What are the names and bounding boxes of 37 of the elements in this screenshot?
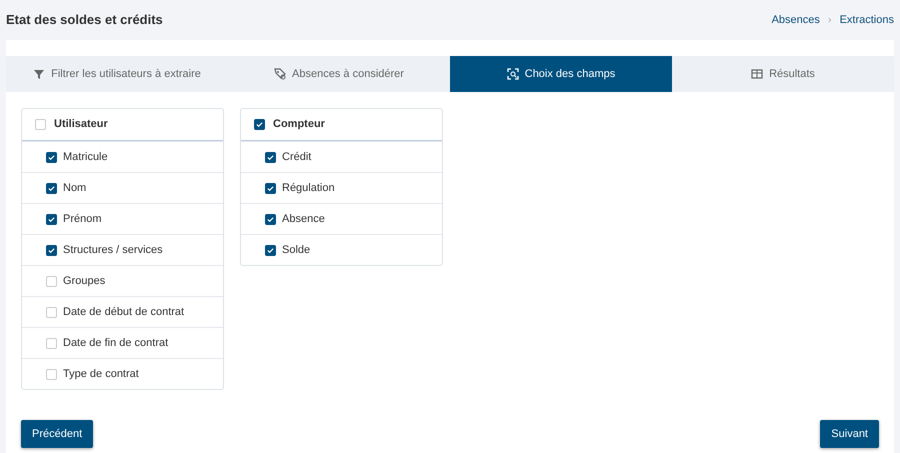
page-title: Etat des soldes et crédits [6, 11, 163, 30]
tab[interactable]: Résultats [672, 56, 894, 92]
previous-button[interactable]: Précédent [21, 420, 94, 448]
field-label: Régulation [282, 180, 335, 196]
tab[interactable]: Absences à considérer [228, 56, 450, 92]
checkbox[interactable] [265, 152, 276, 162]
checkbox[interactable] [46, 152, 57, 162]
field-label: Prénom [63, 212, 102, 227]
table-icon [751, 68, 764, 80]
field-label: Crédit [282, 150, 312, 165]
field-label: Absence [282, 212, 325, 227]
checkbox[interactable] [265, 244, 276, 256]
breadcrumb-link[interactable]: Extractions [840, 12, 894, 28]
filter-icon [33, 68, 46, 80]
field-label: Matricule [63, 150, 108, 165]
group-label: Compteur [273, 117, 325, 132]
field-label: Solde [282, 242, 310, 258]
field-label: Structures / services [63, 242, 163, 258]
checkbox[interactable] [46, 244, 57, 256]
group-label: Utilisateur [54, 117, 108, 132]
checkbox[interactable] [265, 182, 276, 194]
tab[interactable]: Choix des champs [450, 56, 672, 92]
checkbox[interactable] [46, 214, 57, 224]
checkbox[interactable] [46, 182, 57, 194]
checkbox[interactable] [254, 119, 265, 130]
next-button[interactable]: Suivant [820, 420, 879, 448]
field-label: Nom [63, 180, 86, 196]
field-label: Date de fin de contrat [63, 336, 168, 351]
field-label: Date de début de contrat [63, 304, 184, 320]
checkbox[interactable] [265, 214, 276, 224]
selection-icon [506, 68, 519, 80]
breadcrumb-separator: › [828, 12, 832, 28]
tab[interactable]: Filtrer les utilisateurs à extraire [6, 56, 228, 92]
field-label: Type de contrat [63, 366, 139, 382]
field-label: Groupes [63, 274, 106, 289]
breadcrumb-link[interactable]: Absences [772, 12, 820, 28]
tag-icon [274, 68, 286, 80]
